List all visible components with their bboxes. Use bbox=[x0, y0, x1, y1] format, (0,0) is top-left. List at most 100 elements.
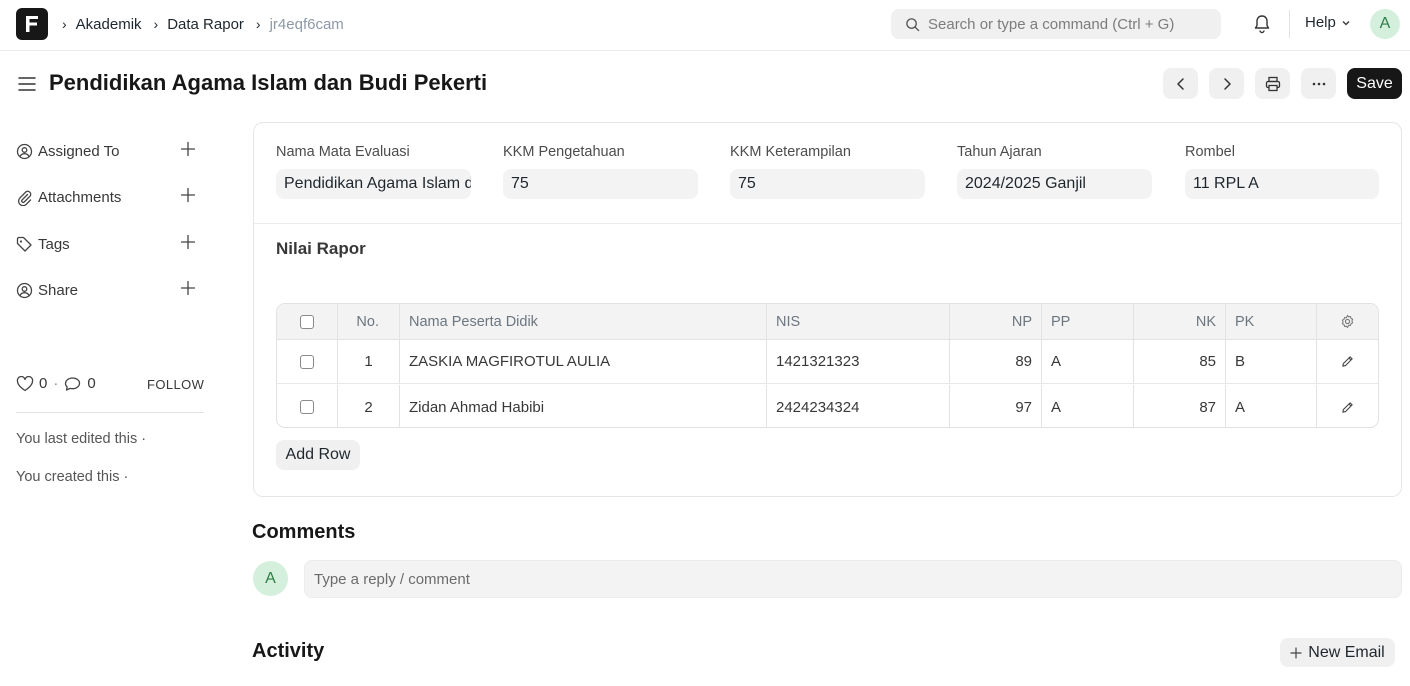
printer-icon bbox=[1265, 76, 1280, 91]
sidebar-item-assigned-to[interactable]: Assigned To bbox=[16, 139, 206, 163]
help-label: Help bbox=[1305, 14, 1336, 31]
chevron-right-icon: › bbox=[62, 16, 67, 32]
search-icon bbox=[906, 17, 920, 31]
column-header-no: No. bbox=[338, 304, 400, 339]
nama-mata-evaluasi-field[interactable]: Pendidikan Agama Islam dan Budi Pekerti bbox=[276, 169, 471, 199]
rombel-field[interactable]: 11 RPL A bbox=[1185, 169, 1379, 199]
sidebar-toggle-icon[interactable] bbox=[18, 76, 36, 95]
more-actions-button[interactable] bbox=[1301, 68, 1336, 99]
user-share-icon bbox=[16, 282, 33, 298]
comments-count: 0 bbox=[87, 375, 96, 392]
table-row[interactable]: 2 Zidan Ahmad Habibi 2424234324 97 A 87 … bbox=[277, 385, 1378, 427]
cell-nis[interactable]: 1421321323 bbox=[767, 340, 950, 383]
next-doc-button[interactable] bbox=[1209, 68, 1244, 99]
user-circle-icon bbox=[16, 143, 33, 159]
plus-icon bbox=[1290, 646, 1302, 659]
row-select-cell bbox=[277, 340, 338, 383]
follow-button[interactable]: FOLLOW bbox=[147, 377, 204, 392]
add-row-button[interactable]: Add Row bbox=[276, 440, 360, 470]
sidebar-item-attachments[interactable]: Attachments bbox=[16, 185, 206, 209]
cell-np[interactable]: 97 bbox=[950, 385, 1042, 427]
tag-icon bbox=[16, 236, 32, 252]
sidebar-item-label: Assigned To bbox=[38, 142, 120, 160]
help-dropdown[interactable]: Help bbox=[1305, 14, 1352, 31]
sidebar-item-tags[interactable]: Tags bbox=[16, 232, 206, 256]
new-email-label: New Email bbox=[1308, 643, 1385, 661]
cell-no: 1 bbox=[338, 340, 400, 383]
cell-nama[interactable]: Zidan Ahmad Habibi bbox=[400, 385, 767, 427]
select-all-checkbox[interactable] bbox=[300, 314, 314, 329]
tahun-ajaran-field[interactable]: 2024/2025 Ganjil bbox=[957, 169, 1152, 199]
cell-pp[interactable]: A bbox=[1042, 385, 1134, 427]
column-settings-cell bbox=[1317, 304, 1378, 339]
paperclip-icon bbox=[17, 190, 32, 206]
cell-nk[interactable]: 85 bbox=[1134, 340, 1226, 383]
row-edit-cell bbox=[1317, 340, 1378, 383]
plus-icon[interactable] bbox=[180, 234, 196, 250]
sidebar-item-label: Attachments bbox=[38, 188, 122, 206]
previous-doc-button[interactable] bbox=[1163, 68, 1198, 99]
column-header-nis: NIS bbox=[767, 304, 950, 339]
plus-icon[interactable] bbox=[180, 141, 196, 157]
navbar: › Akademik › Data Rapor › jr4eqf6cam Hel… bbox=[0, 0, 1410, 51]
notification-bell-icon[interactable] bbox=[1252, 13, 1272, 38]
column-header-nama: Nama Peserta Didik bbox=[400, 304, 767, 339]
app-logo[interactable] bbox=[16, 8, 48, 40]
frappe-logo-icon bbox=[26, 16, 38, 32]
column-header-nk: NK bbox=[1134, 304, 1226, 339]
breadcrumb-current[interactable]: jr4eqf6cam bbox=[270, 16, 344, 33]
search-bar[interactable] bbox=[891, 9, 1221, 39]
row-checkbox[interactable] bbox=[300, 354, 314, 369]
new-email-button[interactable]: New Email bbox=[1280, 638, 1395, 667]
activity-title: Activity bbox=[252, 640, 325, 662]
section-title-nilai-rapor: Nilai Rapor bbox=[276, 239, 366, 258]
print-button[interactable] bbox=[1255, 68, 1290, 99]
breadcrumb: › Akademik › Data Rapor › jr4eqf6cam bbox=[62, 0, 356, 48]
likes-count: 0 bbox=[39, 375, 48, 392]
cell-nama[interactable]: ZASKIA MAGFIROTUL AULIA bbox=[400, 340, 767, 383]
comment-icon[interactable] bbox=[64, 376, 81, 392]
pencil-icon[interactable] bbox=[1341, 355, 1354, 368]
table-row[interactable]: 1 ZASKIA MAGFIROTUL AULIA 1421321323 89 … bbox=[277, 340, 1378, 384]
pencil-icon[interactable] bbox=[1341, 401, 1354, 414]
comment-input[interactable]: Type a reply / comment bbox=[304, 560, 1402, 598]
field-label-nama-mata-evaluasi: Nama Mata Evaluasi bbox=[276, 144, 410, 160]
cell-pp[interactable]: A bbox=[1042, 340, 1134, 383]
column-header-pk: PK bbox=[1226, 304, 1317, 339]
breadcrumb-akademik[interactable]: Akademik bbox=[76, 16, 142, 33]
chevron-left-icon bbox=[1176, 77, 1184, 90]
field-label-kkm-keterampilan: KKM Keterampilan bbox=[730, 144, 851, 160]
created-info: You created this · bbox=[16, 469, 129, 485]
sidebar-divider bbox=[16, 412, 204, 413]
cell-pk[interactable]: B bbox=[1226, 340, 1317, 383]
sidebar-item-share[interactable]: Share bbox=[16, 278, 206, 302]
breadcrumb-data-rapor[interactable]: Data Rapor bbox=[167, 16, 244, 33]
like-comment-counter: 0 · 0 bbox=[16, 375, 96, 392]
navbar-divider bbox=[1289, 10, 1290, 38]
cell-np[interactable]: 89 bbox=[950, 340, 1042, 383]
cell-nk[interactable]: 87 bbox=[1134, 385, 1226, 427]
user-avatar[interactable]: A bbox=[1370, 9, 1400, 39]
save-button[interactable]: Save bbox=[1347, 68, 1402, 99]
comments-title: Comments bbox=[252, 521, 356, 543]
kkm-keterampilan-field[interactable]: 75 bbox=[730, 169, 925, 199]
kkm-pengetahuan-field[interactable]: 75 bbox=[503, 169, 698, 199]
comment-avatar: A bbox=[253, 561, 288, 596]
plus-icon[interactable] bbox=[180, 187, 196, 203]
field-label-tahun-ajaran: Tahun Ajaran bbox=[957, 144, 1042, 160]
field-label-rombel: Rombel bbox=[1185, 144, 1235, 160]
row-select-cell bbox=[277, 385, 338, 427]
cell-no: 2 bbox=[338, 385, 400, 427]
column-header-pp: PP bbox=[1042, 304, 1134, 339]
table-header: No. Nama Peserta Didik NIS NP PP NK PK bbox=[277, 304, 1378, 340]
page-title: Pendidikan Agama Islam dan Budi Pekerti bbox=[49, 70, 488, 95]
cell-pk[interactable]: A bbox=[1226, 385, 1317, 427]
column-header-np: NP bbox=[950, 304, 1042, 339]
gear-icon[interactable] bbox=[1340, 314, 1355, 329]
separator-dot: · bbox=[53, 375, 59, 392]
heart-icon[interactable] bbox=[16, 375, 34, 392]
row-checkbox[interactable] bbox=[300, 400, 314, 414]
cell-nis[interactable]: 2424234324 bbox=[767, 385, 950, 427]
plus-icon[interactable] bbox=[180, 280, 196, 296]
search-input[interactable] bbox=[928, 15, 1218, 33]
